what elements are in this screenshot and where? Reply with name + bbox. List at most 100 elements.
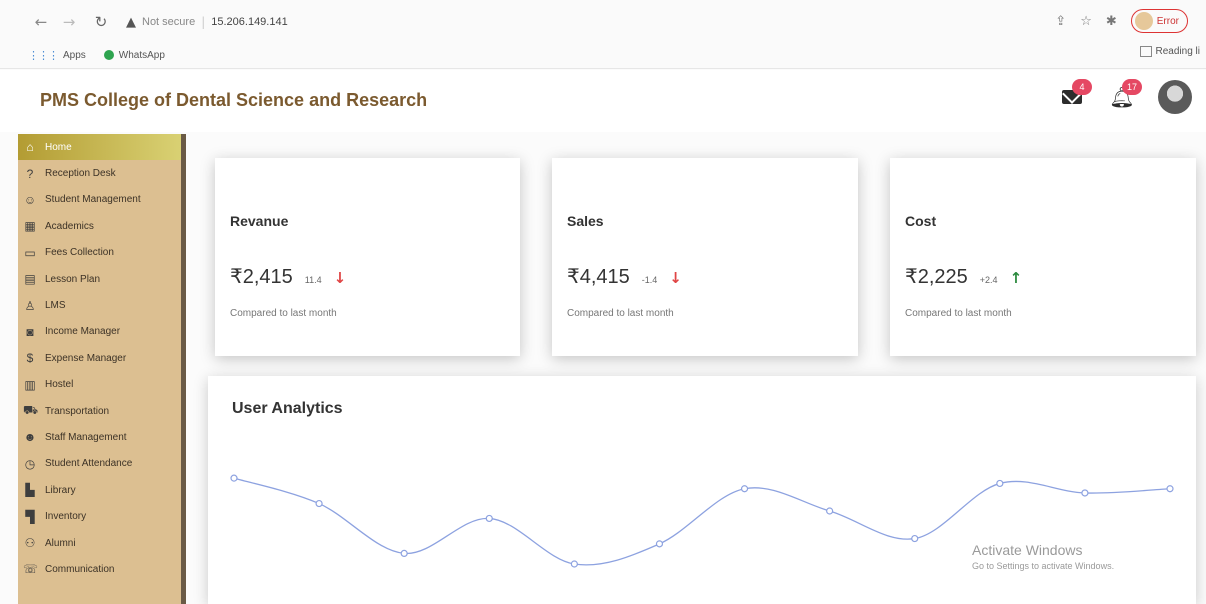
bookmark-apps[interactable]: ⋮⋮⋮ Apps	[28, 49, 86, 62]
sidebar-item-label: LMS	[45, 300, 66, 312]
lesson-plan-icon: ▤	[24, 272, 36, 287]
reading-list-label: Reading li	[1155, 46, 1200, 57]
browser-actions: ⇪ ☆ ✱ Error	[1055, 9, 1188, 33]
sidebar-item-communication[interactable]: ☏ Communication	[18, 556, 181, 582]
analytics-data-point[interactable]	[315, 499, 323, 508]
library-icon: ▙	[25, 483, 35, 498]
sidebar-item-hostel[interactable]: ▥ Hostel	[18, 372, 181, 398]
sidebar-item-transportation[interactable]: ⛟ Transportation	[18, 398, 181, 424]
analytics-data-point[interactable]	[1166, 485, 1174, 493]
sidebar-item-label: Library	[45, 484, 76, 496]
sidebar-item-student-management[interactable]: ☺ Student Management	[18, 187, 181, 213]
staff-icon: ☻	[23, 430, 37, 445]
sidebar-item-label: Fees Collection	[45, 247, 114, 259]
notification-badge: 17	[1122, 79, 1142, 95]
watermark-title: Activate Windows	[972, 542, 1083, 558]
sidebar-item-student-attendance[interactable]: ◷ Student Attendance	[18, 451, 181, 477]
sidebar-item-income-manager[interactable]: ◙ Income Manager	[18, 319, 181, 345]
sidebar-item-label: Staff Management	[45, 431, 127, 443]
analytics-data-point[interactable]	[230, 474, 238, 482]
sidebar-item-lesson-plan[interactable]: ▤ Lesson Plan	[18, 266, 181, 292]
security-label[interactable]: Not secure	[142, 16, 195, 28]
sidebar-item-fees-collection[interactable]: ▭ Fees Collection	[18, 240, 181, 266]
sidebar-item-label: Expense Manager	[45, 352, 127, 364]
sidebar-item-label: Alumni	[45, 537, 76, 549]
bus-icon: ⛟	[23, 403, 39, 418]
arrow-down-icon: ↓	[333, 269, 347, 287]
star-icon[interactable]: ☆	[1080, 14, 1092, 29]
sidebar-item-label: Student Management	[45, 194, 141, 206]
sidebar-item-label: Home	[45, 141, 72, 153]
bookmark-whatsapp[interactable]: WhatsApp	[103, 49, 165, 61]
card-value-row: ₹4,415 -1.4 ↓	[567, 264, 682, 289]
analytics-data-point[interactable]	[911, 534, 919, 543]
sidebar-item-expense-manager[interactable]: $ Expense Manager	[18, 345, 181, 371]
share-icon[interactable]: ⇪	[1055, 14, 1066, 29]
phone-icon: ☏	[23, 562, 39, 577]
reading-list-icon	[1139, 46, 1152, 57]
app-header: PMS College of Dental Science and Resear…	[0, 70, 1206, 132]
address-url[interactable]: 15.206.149.141	[211, 16, 287, 28]
card-value: ₹2,415	[230, 266, 293, 288]
forward-icon[interactable]: →	[58, 13, 80, 31]
back-icon[interactable]: ←	[30, 13, 52, 31]
sidebar-item-library[interactable]: ▙ Library	[18, 477, 181, 503]
bookmarks-bar: ⋮⋮⋮ Apps WhatsApp Reading li	[0, 44, 1206, 66]
arrow-up-icon: ↑	[1009, 269, 1023, 287]
browser-toolbar: ← → ↻ ▲ Not secure | 15.206.149.141 ⇪ ☆ …	[0, 0, 1206, 44]
arrow-down-icon: ↓	[669, 269, 682, 287]
sidebar-item-label: Academics	[45, 220, 94, 232]
home-icon: ⌂	[26, 140, 34, 155]
sales-card: Sales ₹4,415 -1.4 ↓ Compared to last mon…	[552, 158, 858, 356]
notifications-button[interactable]: 🔔︎ 17	[1108, 79, 1142, 111]
user-avatar[interactable]	[1158, 80, 1192, 114]
sidebar-item-label: Student Attendance	[45, 458, 133, 470]
profile-avatar	[1134, 12, 1153, 30]
card-title: Cost	[905, 213, 937, 229]
sidebar-item-reception-desk[interactable]: ? Reception Desk	[18, 160, 181, 186]
student-face-icon: ☺	[23, 192, 37, 207]
academics-icon: ▦	[24, 219, 36, 234]
card-value-row: ₹2,415 11.4 ↓	[230, 264, 346, 289]
bookmark-whatsapp-label: WhatsApp	[118, 49, 165, 61]
sidebar: ⌂ Home ? Reception Desk ☺ Student Manage…	[18, 134, 186, 604]
bookmark-apps-label: Apps	[63, 49, 86, 61]
dollar-icon: $	[26, 351, 34, 366]
warning-icon[interactable]: ▲	[126, 15, 136, 30]
inventory-icon: ▜	[25, 509, 35, 524]
lms-icon: ♙	[24, 298, 36, 313]
apps-grid-icon: ⋮⋮⋮	[28, 49, 59, 62]
card-title: Sales	[567, 213, 604, 229]
profile-button[interactable]: Error	[1130, 9, 1188, 33]
messages-button[interactable]: 4	[1058, 79, 1092, 111]
analytics-data-point[interactable]	[485, 514, 493, 523]
header-actions: 4 🔔︎ 17	[1058, 79, 1192, 114]
analytics-data-point[interactable]	[1081, 489, 1089, 497]
analytics-data-point[interactable]	[996, 479, 1004, 488]
reading-list-button[interactable]: Reading li	[1139, 46, 1200, 57]
analytics-data-point[interactable]	[740, 485, 749, 493]
card-value: ₹2,225	[905, 266, 968, 288]
activation-watermark: Activate Windows Go to Settings to activ…	[972, 542, 1114, 571]
sidebar-item-alumni[interactable]: ⚇ Alumni	[18, 530, 181, 556]
sidebar-item-staff-management[interactable]: ☻ Staff Management	[18, 424, 181, 450]
card-value-row: ₹2,225 +2.4 ↑	[905, 264, 1022, 289]
address-separator: |	[201, 15, 206, 29]
analytics-data-point[interactable]	[655, 540, 664, 548]
profile-label: Error	[1156, 15, 1179, 27]
analytics-data-point[interactable]	[400, 549, 408, 557]
sidebar-item-lms[interactable]: ♙ LMS	[18, 292, 181, 318]
sidebar-item-home[interactable]: ⌂ Home	[18, 134, 181, 161]
extensions-icon[interactable]: ✱	[1106, 14, 1117, 29]
sidebar-item-label: Income Manager	[45, 326, 121, 338]
user-analytics-panel: User Analytics Activate Windows Go to Se…	[208, 376, 1196, 604]
sidebar-item-academics[interactable]: ▦ Academics	[18, 213, 181, 239]
reload-icon[interactable]: ↻	[90, 13, 112, 31]
app-title: PMS College of Dental Science and Resear…	[40, 90, 428, 110]
help-icon: ?	[26, 166, 34, 181]
card-delta: 11.4	[304, 275, 322, 285]
analytics-data-point[interactable]	[570, 560, 578, 568]
clock-icon: ◷	[24, 456, 36, 471]
sidebar-item-inventory[interactable]: ▜ Inventory	[18, 503, 181, 529]
analytics-data-point[interactable]	[826, 507, 834, 515]
